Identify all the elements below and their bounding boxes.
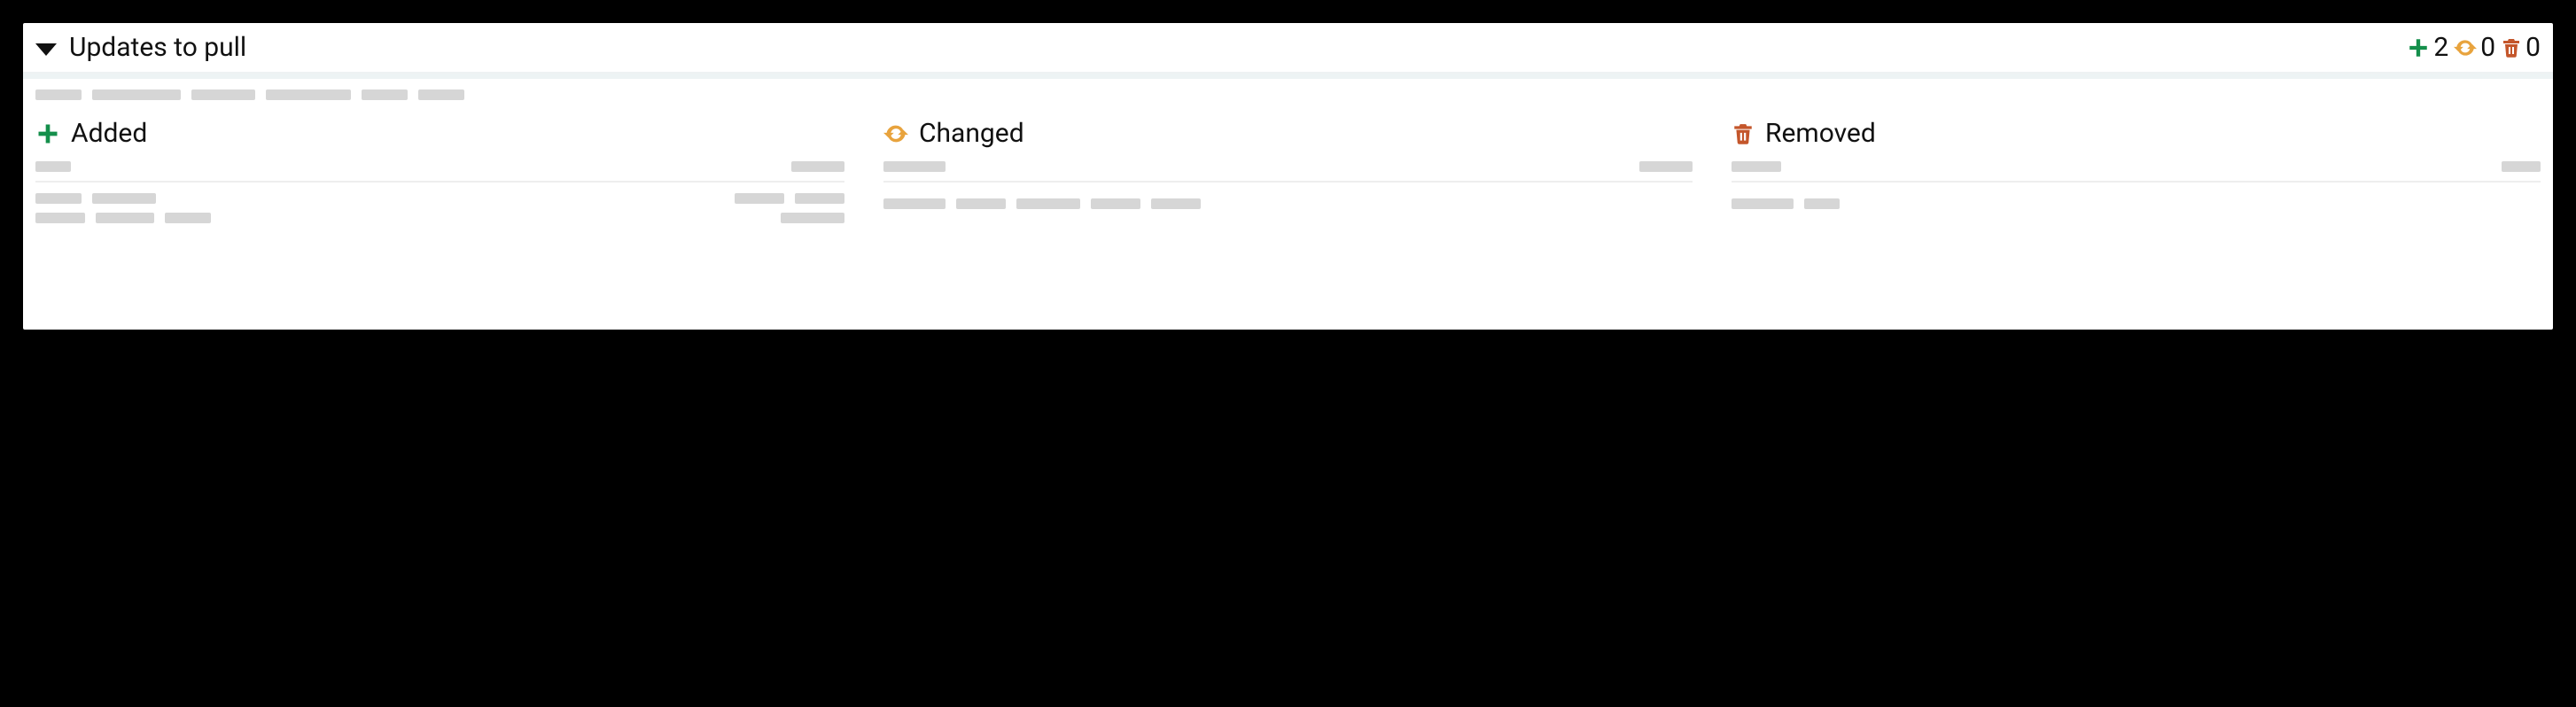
skeleton (35, 193, 82, 204)
skeleton (1732, 161, 1781, 172)
skeleton (191, 89, 255, 100)
list-item (35, 193, 844, 204)
removed-subheader (1732, 161, 2541, 183)
panel-body: Added (23, 79, 2553, 248)
skeleton (96, 213, 154, 223)
removed-column-header: Removed (1732, 118, 2541, 149)
skeleton (956, 198, 1006, 209)
skeleton (883, 161, 946, 172)
skeleton (35, 89, 82, 100)
changed-column: Changed (883, 118, 1693, 232)
added-subheader (35, 161, 844, 183)
skeleton (92, 193, 156, 204)
added-label: Added (71, 118, 147, 149)
changed-column-header: Changed (883, 118, 1693, 149)
changed-count: 0 (2480, 32, 2495, 63)
skeleton (2502, 161, 2541, 172)
added-column-header: Added (35, 118, 844, 149)
list-item (35, 213, 844, 223)
plus-icon (35, 121, 60, 146)
panel-title: Updates to pull (69, 32, 246, 63)
updates-panel: Updates to pull 2 0 0 (23, 23, 2553, 330)
added-count-group: 2 (2407, 32, 2448, 63)
skeleton (362, 89, 408, 100)
removed-count-group: 0 (2501, 32, 2541, 63)
skeleton (266, 89, 351, 100)
skeleton (418, 89, 464, 100)
skeleton (92, 89, 181, 100)
skeleton (1151, 198, 1201, 209)
skeleton (1732, 198, 1794, 209)
panel-header-left[interactable]: Updates to pull (32, 32, 246, 63)
skeleton (735, 193, 784, 204)
refresh-icon (883, 121, 908, 146)
panel-header: Updates to pull 2 0 0 (23, 23, 2553, 74)
added-column: Added (35, 118, 844, 232)
changed-subheader (883, 161, 1693, 183)
added-count: 2 (2433, 32, 2448, 63)
plus-icon (2407, 36, 2430, 59)
skeleton (795, 193, 844, 204)
trash-icon (2501, 36, 2522, 59)
skeleton (35, 213, 85, 223)
removed-count: 0 (2525, 32, 2541, 63)
list-item (1732, 198, 2541, 209)
columns: Added (35, 118, 2541, 232)
skeleton (1016, 198, 1080, 209)
list-item (883, 198, 1693, 209)
refresh-icon (2454, 36, 2477, 59)
removed-column: Removed (1732, 118, 2541, 232)
skeleton (1091, 198, 1140, 209)
skeleton (1804, 198, 1840, 209)
skeleton (35, 161, 71, 172)
skeleton (1639, 161, 1693, 172)
skeleton (781, 213, 844, 223)
skeleton (883, 198, 946, 209)
skeleton-row-top (35, 89, 2541, 100)
skeleton (791, 161, 844, 172)
caret-down-icon (35, 43, 57, 56)
skeleton (165, 213, 211, 223)
trash-icon (1732, 121, 1755, 146)
removed-label: Removed (1765, 118, 1876, 149)
changed-count-group: 0 (2454, 32, 2495, 63)
changed-label: Changed (919, 118, 1024, 149)
panel-header-counts: 2 0 0 (2407, 32, 2541, 63)
